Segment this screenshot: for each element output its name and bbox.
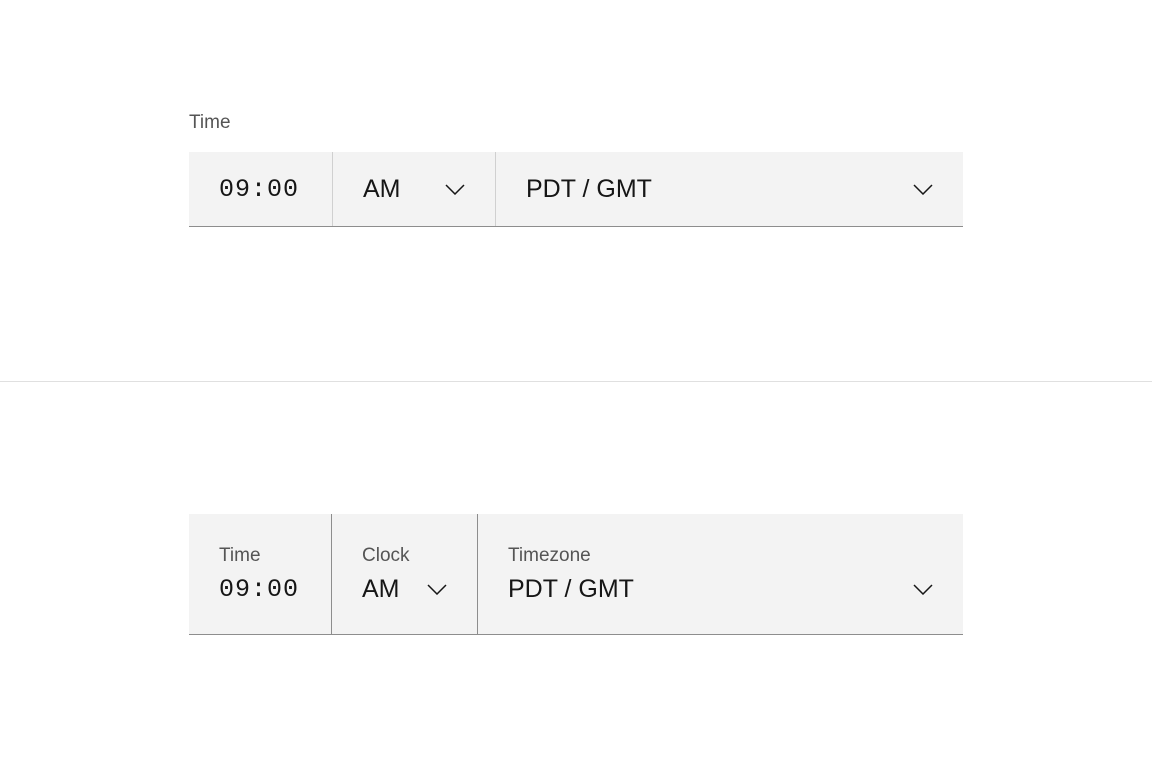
- timezone-value: PDT / GMT: [526, 175, 652, 204]
- period-value: AM: [362, 575, 400, 604]
- chevron-down-icon: [427, 579, 447, 599]
- timezone-inline-label: Timezone: [508, 545, 933, 567]
- period-value: AM: [363, 175, 401, 204]
- time-field-group-inline: Time 09:00 Clock AM Timezone PDT / GMT: [189, 514, 963, 635]
- time-input[interactable]: 09:00: [189, 152, 333, 226]
- period-select[interactable]: Clock AM: [332, 514, 478, 634]
- chevron-down-icon: [445, 179, 465, 199]
- chevron-down-icon: [913, 579, 933, 599]
- clock-inline-label: Clock: [362, 545, 447, 567]
- time-value: 09:00: [219, 175, 299, 204]
- timezone-value: PDT / GMT: [508, 575, 634, 604]
- time-picker-variant-2: Time 09:00 Clock AM Timezone PDT / GMT: [0, 382, 1152, 635]
- time-input[interactable]: Time 09:00: [189, 514, 332, 634]
- time-value: 09:00: [219, 575, 299, 604]
- time-picker-variant-1: Time 09:00 AM PDT / GMT: [0, 0, 1152, 227]
- time-inline-label: Time: [219, 545, 301, 567]
- time-field-group: 09:00 AM PDT / GMT: [189, 152, 963, 227]
- timezone-select[interactable]: Timezone PDT / GMT: [478, 514, 963, 634]
- chevron-down-icon: [913, 179, 933, 199]
- period-select[interactable]: AM: [333, 152, 496, 226]
- timezone-select[interactable]: PDT / GMT: [496, 152, 963, 226]
- time-label: Time: [189, 112, 963, 134]
